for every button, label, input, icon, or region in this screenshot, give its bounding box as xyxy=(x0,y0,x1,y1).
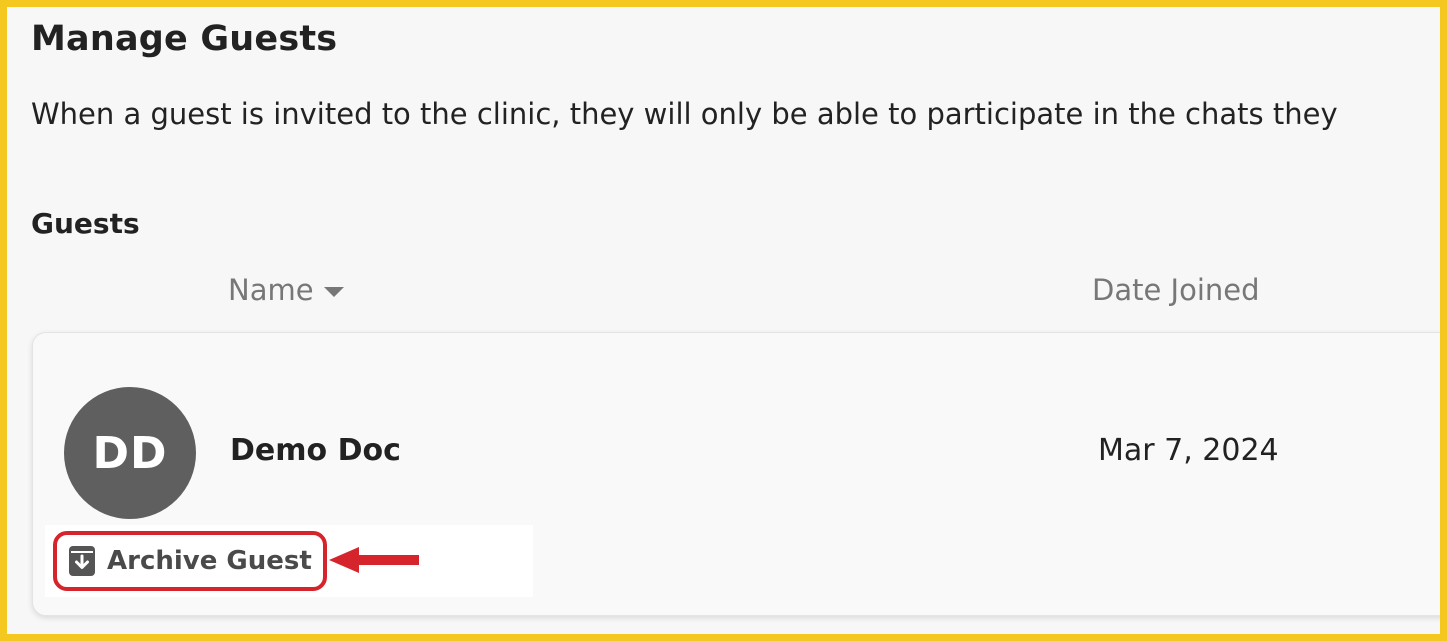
avatar: DD xyxy=(64,387,196,519)
red-arrow-icon xyxy=(329,547,419,573)
guest-date-joined: Mar 7, 2024 xyxy=(1098,433,1279,468)
page-frame: Manage Guests When a guest is invited to… xyxy=(7,7,1440,634)
name-column-header[interactable]: Name xyxy=(228,273,344,307)
guest-name[interactable]: Demo Doc xyxy=(230,433,401,468)
avatar-initials: DD xyxy=(92,427,168,479)
page-title: Manage Guests xyxy=(31,19,338,59)
caret-down-icon xyxy=(323,286,344,297)
archive-box-icon xyxy=(69,546,95,576)
archive-guest-button[interactable]: Archive Guest xyxy=(53,531,327,591)
name-column-label: Name xyxy=(228,273,314,307)
date-joined-column-header[interactable]: Date Joined xyxy=(1092,273,1260,307)
guests-section-title: Guests xyxy=(31,207,140,240)
page-description: When a guest is invited to the clinic, t… xyxy=(31,97,1338,131)
archive-guest-label: Archive Guest xyxy=(107,546,312,576)
